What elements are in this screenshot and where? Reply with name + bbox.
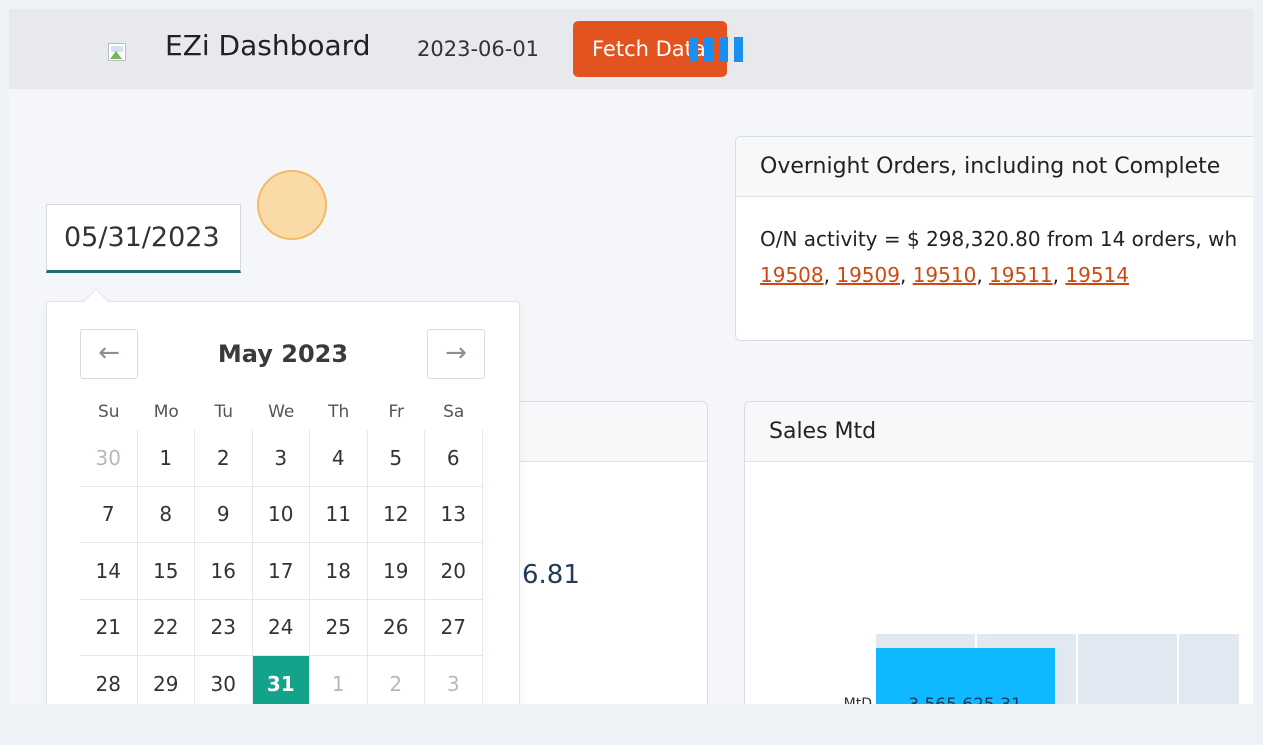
calendar-day[interactable]: 22 [137,599,195,656]
date-input[interactable] [46,204,241,273]
broken-image-icon [105,40,129,64]
app-frame: EZi Dashboard 2023-06-01 Fetch Data Over… [9,9,1253,704]
weekday-label: We [268,402,295,422]
chart-band-4 [1179,634,1239,704]
calendar-day[interactable]: 24 [252,599,310,656]
calendar-day[interactable]: 28 [80,656,138,704]
mtd-bar-label: MtD [844,696,872,704]
calendar-day[interactable]: 27 [425,599,483,656]
calendar-day[interactable]: 3 [252,430,310,487]
weekday-label: Tu [214,402,234,422]
calendar-days-grid: 30 1 2 3 4 5 6 7 8 9 10 11 12 13 14 15 16 17 18 19 20 21 22 23 2… [80,430,483,704]
calendar-day[interactable]: 6 [425,430,483,487]
chart-band-3 [1078,634,1177,704]
order-link-19508[interactable]: 19508 [760,263,824,287]
calendar-day[interactable]: 17 [252,543,310,600]
calendar-day[interactable]: 16 [195,543,253,600]
sales-mtd-chart: MtD 3,565,625.31 [844,634,1239,704]
overnight-orders-title: Overnight Orders, including not Complete [736,137,1253,197]
weekday-header: Su Mo Tu We Th Fr Sa [80,402,483,422]
calendar-day[interactable]: 2 [368,656,425,704]
brand-title: EZi Dashboard [165,29,371,62]
weekday-label: Su [97,402,120,422]
calendar-day[interactable]: 1 [310,656,368,704]
calendar-day[interactable]: 30 [80,430,138,487]
header-date: 2023-06-01 [417,37,540,61]
calendar-day[interactable]: 18 [310,543,368,600]
calendar-day[interactable]: 23 [195,599,253,656]
weekday-label: Fr [388,402,405,422]
weekday-label: Mo [153,402,179,422]
calendar-day[interactable]: 20 [425,543,483,600]
calendar-day[interactable]: 4 [310,430,368,487]
calendar-day[interactable]: 11 [310,486,368,543]
overnight-orders-body: O/N activity = $ 298,320.80 from 14 orde… [736,197,1253,317]
calendar-day[interactable]: 29 [138,656,195,704]
calendar-day[interactable]: 8 [137,486,195,543]
calendar-day[interactable]: 2 [195,430,253,487]
calendar-day[interactable]: 5 [367,430,425,487]
weekday-label: Th [328,402,350,422]
calendar-day[interactable]: 3 [425,656,483,704]
mtd-bar-value: 3,565,625.31 [908,695,1022,704]
calendar-day[interactable]: 10 [252,486,310,543]
calendar-day[interactable]: 15 [137,543,195,600]
weekday-label: Sa [443,402,465,422]
sales-mtd-title: Sales Mtd [745,402,1253,462]
overnight-orders-card: Overnight Orders, including not Complete… [735,136,1253,341]
partial-card-value: 6.81 [522,560,580,590]
calendar-day[interactable]: 9 [195,486,253,543]
calendar-day[interactable]: 26 [367,599,425,656]
next-month-button[interactable]: → [427,329,485,379]
calendar-day[interactable]: 1 [137,430,195,487]
calendar-day[interactable]: 13 [425,486,483,543]
click-indicator [257,170,327,240]
order-links: 19508, 19509, 19510, 19511, 19514 [760,263,1129,287]
calendar-day[interactable]: 21 [80,599,138,656]
calendar-day-selected[interactable]: 31 [252,656,310,704]
calendar-day[interactable]: 19 [367,543,425,600]
calendar-day[interactable]: 7 [80,486,138,543]
order-link-19510[interactable]: 19510 [913,263,977,287]
overnight-summary: O/N activity = $ 298,320.80 from 14 orde… [760,227,1238,251]
calendar-day[interactable]: 25 [310,599,368,656]
calendar-day[interactable]: 12 [367,486,425,543]
order-link-19514[interactable]: 19514 [1065,263,1129,287]
order-link-19509[interactable]: 19509 [836,263,900,287]
order-link-19511[interactable]: 19511 [989,263,1053,287]
loading-spinner-icon [689,37,743,62]
calendar-day[interactable]: 14 [80,543,138,600]
calendar-day[interactable]: 30 [195,656,253,704]
date-picker-calendar: ← May 2023 → Su Mo Tu We Th Fr Sa 30 1 2 3 4… [46,288,520,704]
top-bar: EZi Dashboard 2023-06-01 Fetch Data [9,9,1253,89]
calendar-pointer [83,288,109,314]
